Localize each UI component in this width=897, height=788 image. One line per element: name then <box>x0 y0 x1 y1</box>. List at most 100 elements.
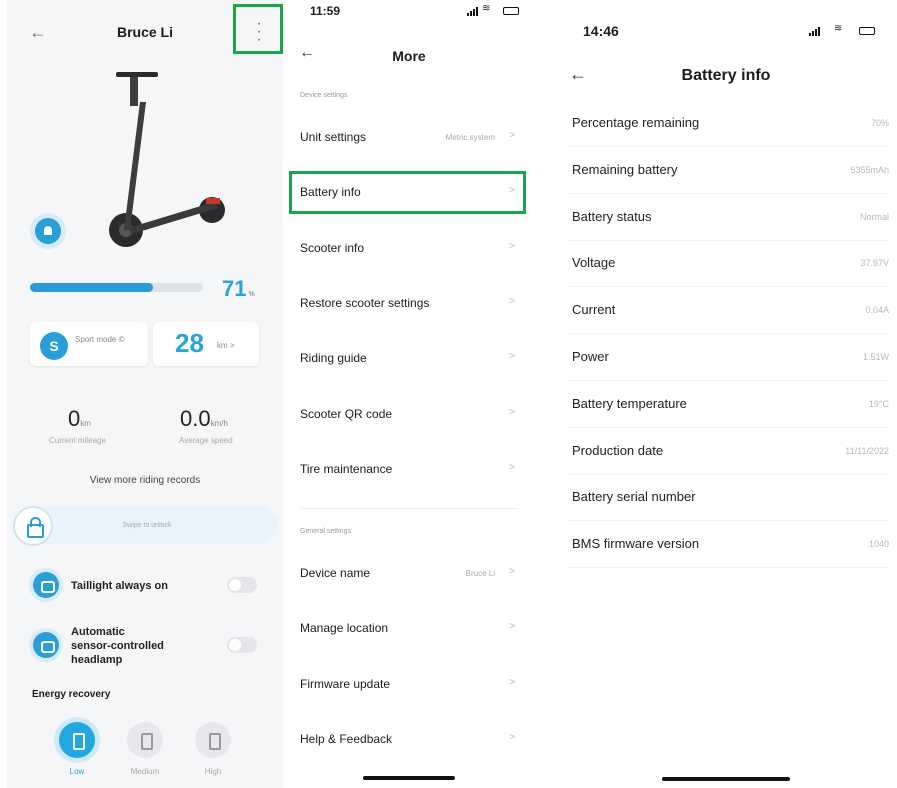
scooter-home-screen: ← Bruce Li · · · 71% S Sport mode © 28 km … <box>7 0 283 788</box>
battery-row-production-date: Production date 11/11/2022 <box>555 429 897 475</box>
energy-medium-label: Medium <box>130 767 160 776</box>
energy-high-label: High <box>204 767 222 776</box>
chevron-right-icon: > <box>509 240 515 252</box>
scooter-image <box>109 72 225 247</box>
headlamp-icon <box>33 632 59 658</box>
chevron-right-icon: > <box>509 731 515 743</box>
battery-row-label: Percentage remaining <box>572 115 700 130</box>
menu-item-label: Unit settings <box>300 130 367 144</box>
battery-row-value: 5355mAh <box>850 164 889 175</box>
menu-item-label: Riding guide <box>300 351 367 366</box>
chevron-right-icon: > <box>509 621 515 633</box>
battery-row-label: Remaining battery <box>572 161 678 177</box>
menu-item-label: Manage location <box>300 621 389 636</box>
speed-unit: km > <box>217 341 235 350</box>
menu-item-label: Scooter QR code <box>300 406 393 421</box>
general-settings-heading: General settings <box>300 528 351 535</box>
average-speed-label: Average speed <box>179 436 233 445</box>
bell-icon[interactable] <box>35 218 61 244</box>
energy-high-button[interactable] <box>195 722 231 758</box>
wifi-icon: ≋ <box>482 3 491 14</box>
battery-row-label: Battery serial number <box>572 489 696 505</box>
energy-low-label: Low <box>69 767 85 776</box>
menu-item-value: Bruce Li <box>465 569 495 578</box>
headlamp-toggle[interactable] <box>227 637 257 653</box>
mileage-value: 0km <box>68 406 91 431</box>
lock-icon[interactable] <box>13 506 53 546</box>
menu-item-label: Restore scooter settings <box>300 295 430 310</box>
battery-row-value: 70% <box>870 118 889 128</box>
battery-row-current: Current 0.04A <box>555 288 897 335</box>
battery-row-label: Battery status <box>572 208 652 224</box>
battery-row-bms-firmware-version: BMS firmware version 1040 <box>555 522 897 569</box>
battery-status-icon <box>503 7 519 15</box>
more-settings-screen: 11:59 ≋ ← More Device settings Unit sett… <box>285 0 533 788</box>
signal-icon <box>467 7 478 16</box>
status-time: 11:59 <box>310 4 341 18</box>
row-divider <box>569 567 889 569</box>
screenshot-composite: ← Bruce Li · · · 71% S Sport mode © 28 km … <box>0 0 897 788</box>
battery-row-battery-temperature: Battery temperature 19°C <box>555 382 897 428</box>
device-settings-heading: Device settings <box>300 92 348 99</box>
battery-row-label: Power <box>572 349 609 364</box>
menu-item-tire-maintenance[interactable]: Tire maintenance > <box>285 444 533 499</box>
energy-low-button[interactable] <box>59 722 95 758</box>
battery-row-value: Normal <box>859 211 889 222</box>
menu-item-riding-guide[interactable]: Riding guide > <box>285 333 533 388</box>
battery-info-screen: 14:46 ≋ ← Battery info Percentage remain… <box>555 0 897 788</box>
menu-item-scooter-info[interactable]: Scooter info > <box>285 223 533 278</box>
menu-item-help-feedback[interactable]: Help & Feedback > <box>285 714 533 769</box>
battery-row-value: 37.97V <box>860 258 889 269</box>
more-button-highlight <box>233 4 283 54</box>
sport-mode-badge: S <box>40 332 68 360</box>
status-time: 14:46 <box>583 23 619 39</box>
battery-status-icon <box>859 27 875 35</box>
battery-row-voltage: Voltage 37.97V <box>555 241 897 288</box>
menu-item-scooter-qr-code[interactable]: Scooter QR code > <box>285 389 533 444</box>
view-riding-records-link[interactable]: View more riding records <box>7 475 283 486</box>
battery-row-remaining-battery: Remaining battery 5355mAh <box>555 148 897 194</box>
page-title: More <box>392 48 426 64</box>
menu-item-value: Metric system <box>445 133 495 142</box>
menu-item-restore-scooter-settings[interactable]: Restore scooter settings > <box>285 278 533 333</box>
taillight-toggle[interactable] <box>227 577 257 593</box>
battery-row-value: 0.04A <box>865 305 889 316</box>
riding-mode-card[interactable]: S Sport mode © <box>30 322 148 366</box>
unlock-slider-label: Swipe to unlock <box>122 522 172 529</box>
battery-row-battery-serial-number: Battery serial number <box>555 475 897 522</box>
battery-row-label: Current <box>572 302 616 318</box>
menu-item-device-name[interactable]: Device name Bruce Li > <box>285 548 533 603</box>
menu-item-label: Firmware update <box>300 676 391 691</box>
menu-item-firmware-update[interactable]: Firmware update > <box>285 659 533 714</box>
battery-progress-fill <box>30 283 153 292</box>
battery-row-label: Voltage <box>572 255 616 271</box>
chevron-right-icon: > <box>509 676 515 688</box>
battery-row-value: 1040 <box>868 539 889 550</box>
taillight-icon <box>33 572 59 598</box>
page-title: Battery info <box>681 67 771 84</box>
energy-medium-button[interactable] <box>127 722 163 758</box>
menu-item-unit-settings[interactable]: Unit settings Metric system > <box>285 112 533 167</box>
wifi-icon: ≋ <box>834 23 843 34</box>
home-indicator <box>363 776 455 780</box>
battery-info-highlight <box>289 171 526 214</box>
chevron-right-icon: > <box>509 351 515 363</box>
home-indicator <box>662 777 790 781</box>
battery-row-value: 11/11/2022 <box>845 445 889 456</box>
battery-row-label: Battery temperature <box>572 395 687 411</box>
battery-row-battery-status: Battery status Normal <box>555 195 897 241</box>
energy-recovery-heading: Energy recovery <box>32 689 111 700</box>
taillight-label: Taillight always on <box>71 580 168 592</box>
menu-item-manage-location[interactable]: Manage location > <box>285 603 533 658</box>
battery-row-power: Power 1.51W <box>555 335 897 381</box>
battery-row-value: 19°C <box>868 398 889 409</box>
menu-item-label: Device name <box>300 566 371 580</box>
headlamp-label: Automatic sensor-controlled headlamp <box>71 626 164 666</box>
battery-row-percentage-remaining: Percentage remaining 70% <box>555 101 897 147</box>
chevron-right-icon: > <box>509 566 515 577</box>
section-divider <box>300 508 518 509</box>
signal-icon <box>809 27 820 36</box>
battery-percent: 71% <box>222 276 255 301</box>
battery-row-value: 1.51W <box>862 352 889 362</box>
speed-limit-card[interactable]: 28 km > <box>153 322 259 366</box>
